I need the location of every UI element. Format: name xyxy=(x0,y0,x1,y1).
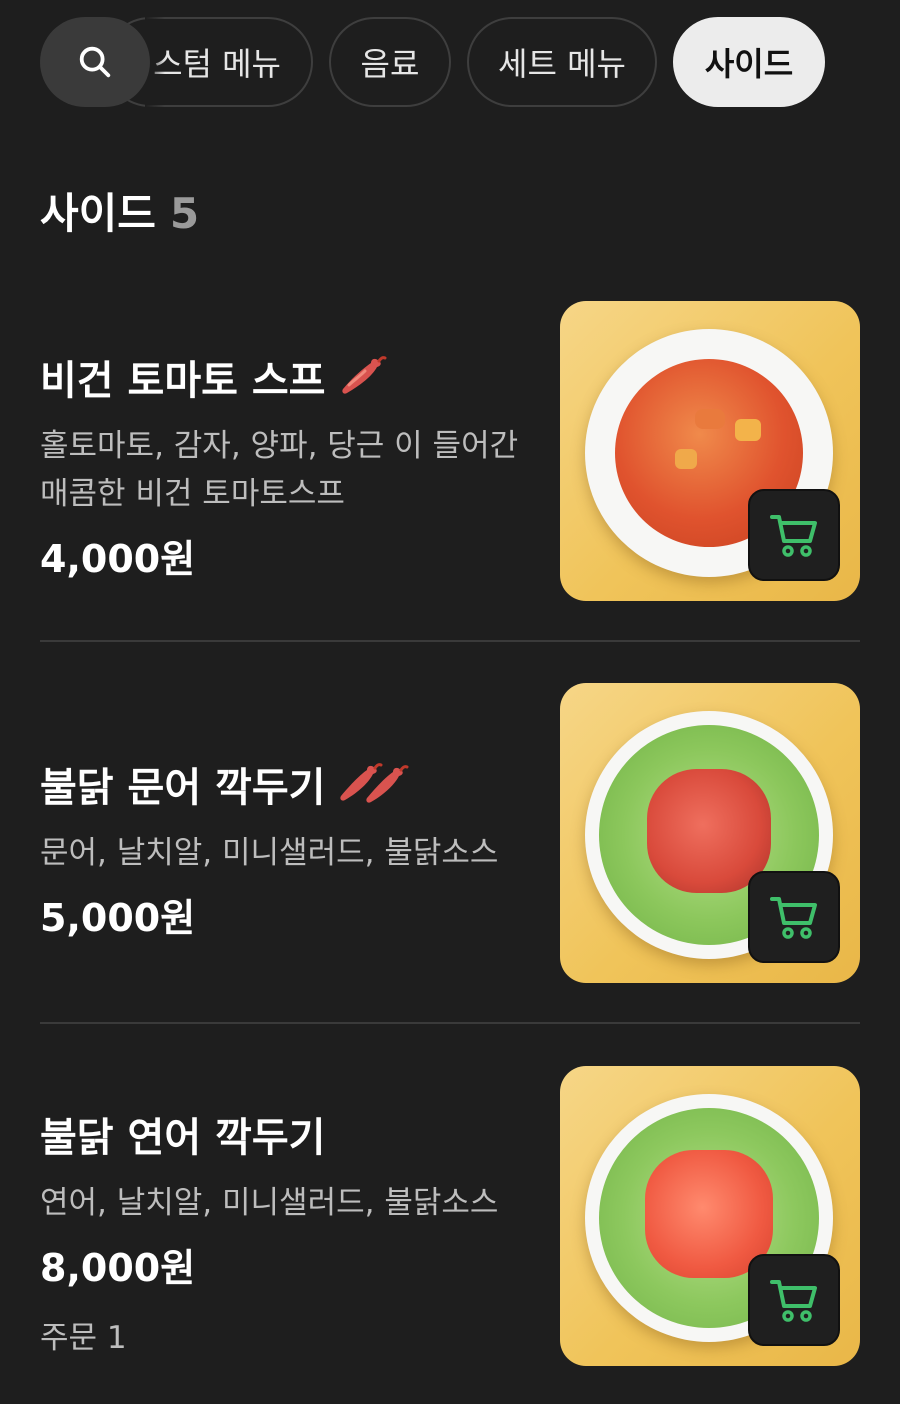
chili-pepper-icon xyxy=(335,762,411,806)
add-to-cart-button[interactable] xyxy=(748,871,840,963)
tab-label: 음료 xyxy=(360,45,420,83)
cart-icon xyxy=(770,515,817,557)
item-image[interactable] xyxy=(560,301,860,601)
item-name: 비건 토마토 스프 xyxy=(40,358,326,404)
tab-label: 세트 메뉴 xyxy=(498,45,626,83)
category-tabs: 스텀 메뉴 음료 세트 메뉴 사이드 xyxy=(0,0,900,125)
search-icon xyxy=(79,46,111,78)
item-image[interactable] xyxy=(560,1066,860,1366)
cart-icon xyxy=(770,897,817,939)
tab-side[interactable]: 사이드 xyxy=(673,17,825,107)
tab-drinks[interactable]: 음료 xyxy=(329,17,451,107)
item-divider xyxy=(40,1022,860,1024)
section-item-count: 5 xyxy=(169,189,200,238)
cart-icon xyxy=(770,1280,817,1322)
item-name: 불닭 문어 깍두기 xyxy=(40,765,326,811)
tab-label: 스텀 메뉴 xyxy=(153,45,281,83)
item-divider xyxy=(40,640,860,642)
add-to-cart-button[interactable] xyxy=(748,489,840,581)
search-button[interactable] xyxy=(40,17,150,107)
chili-pepper-icon xyxy=(335,355,387,399)
tab-label: 사이드 xyxy=(704,45,794,83)
section-title-text: 사이드 xyxy=(40,189,156,238)
item-name: 불닭 연어 깍두기 xyxy=(40,1115,326,1161)
tab-set-menu[interactable]: 세트 메뉴 xyxy=(467,17,657,107)
section-title: 사이드 5 xyxy=(40,180,199,241)
add-to-cart-button[interactable] xyxy=(748,1254,840,1346)
item-image[interactable] xyxy=(560,683,860,983)
